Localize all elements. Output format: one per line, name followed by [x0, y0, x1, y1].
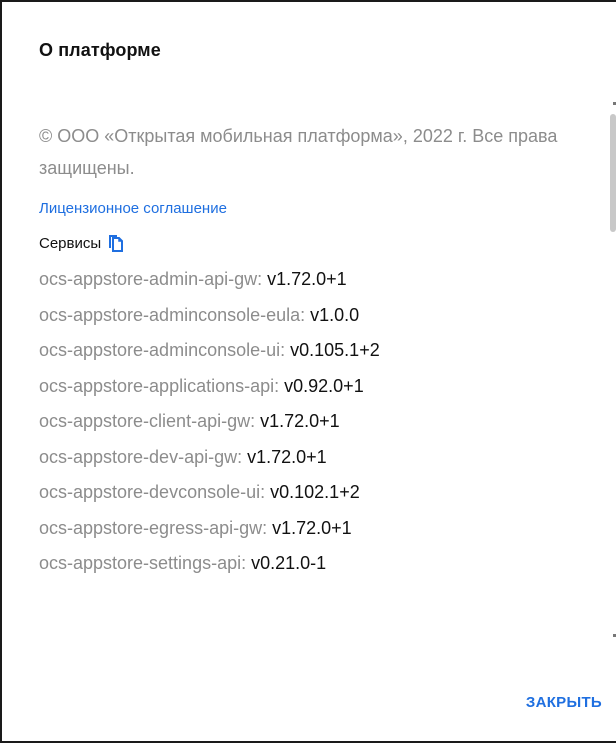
service-separator: :	[237, 446, 248, 467]
service-item: ocs-appstore-applications-api: v0.92.0+1	[39, 369, 579, 405]
service-version: v1.72.0+1	[267, 269, 347, 289]
service-version: v0.92.0+1	[284, 375, 364, 396]
service-version: v1.72.0+1	[247, 446, 327, 467]
service-item: ocs-appstore-settings-api: v0.21.0-1	[39, 546, 579, 582]
service-name: ocs-appstore-devconsole-ui	[39, 482, 261, 502]
close-button[interactable]: ЗАКРЫТЬ	[526, 694, 602, 711]
service-name: ocs-appstore-admin-api-gw	[39, 269, 258, 289]
license-agreement-link[interactable]: Лицензионное соглашение	[39, 200, 227, 217]
scrollbar[interactable]	[610, 114, 616, 634]
service-item: ocs-appstore-egress-api-gw: v1.72.0+1	[39, 511, 579, 547]
service-name: ocs-appstore-applications-api	[39, 375, 275, 396]
service-name: ocs-appstore-settings-api	[39, 553, 242, 573]
service-version: v0.21.0-1	[251, 553, 327, 573]
service-name: ocs-appstore-egress-api-gw	[39, 517, 263, 538]
service-item: ocs-appstore-adminconsole-ui: v0.105.1+2	[39, 333, 579, 369]
service-version: v0.102.1+2	[270, 482, 360, 502]
service-item: ocs-appstore-devconsole-ui: v0.102.1+2	[39, 475, 579, 511]
service-item: ocs-appstore-dev-api-gw: v1.72.0+1	[39, 440, 579, 476]
copyright-text: © ООО «Открытая мобильная платформа», 20…	[39, 126, 558, 178]
service-version: v1.0.0	[310, 304, 360, 325]
about-platform-dialog: О платформе © ООО «Открытая мобильная пл…	[0, 0, 616, 743]
service-version: v0.105.1+2	[290, 340, 380, 360]
service-separator: :	[257, 269, 268, 289]
copy-icon[interactable]	[105, 233, 125, 253]
service-separator: :	[274, 375, 285, 396]
service-separator: :	[280, 340, 291, 360]
service-item: ocs-appstore-client-api-gw: v1.72.0+1	[39, 404, 579, 440]
services-label: Сервисы	[39, 234, 102, 252]
service-separator: :	[260, 482, 271, 502]
service-version: v1.72.0+1	[272, 517, 352, 538]
services-header: Сервисы	[39, 232, 579, 254]
dialog-title: О платформе	[39, 40, 161, 60]
service-separator: :	[300, 304, 311, 325]
service-item: ocs-appstore-admin-api-gw: v1.72.0+1	[39, 262, 579, 298]
dialog-content[interactable]: © ООО «Открытая мобильная платформа», 20…	[39, 120, 579, 582]
service-item: ocs-appstore-adminconsole-eula: v1.0.0	[39, 298, 579, 334]
service-name: ocs-appstore-dev-api-gw	[39, 446, 238, 467]
service-separator: :	[241, 553, 252, 573]
service-separator: :	[250, 411, 261, 431]
service-version: v1.72.0+1	[260, 411, 340, 431]
service-name: ocs-appstore-adminconsole-eula	[39, 304, 301, 325]
services-list: ocs-appstore-admin-api-gw: v1.72.0+1 ocs-…	[39, 262, 579, 582]
service-separator: :	[262, 517, 273, 538]
service-name: ocs-appstore-client-api-gw	[39, 411, 251, 431]
service-name: ocs-appstore-adminconsole-ui	[39, 340, 281, 360]
scrollbar-thumb[interactable]	[610, 114, 616, 232]
